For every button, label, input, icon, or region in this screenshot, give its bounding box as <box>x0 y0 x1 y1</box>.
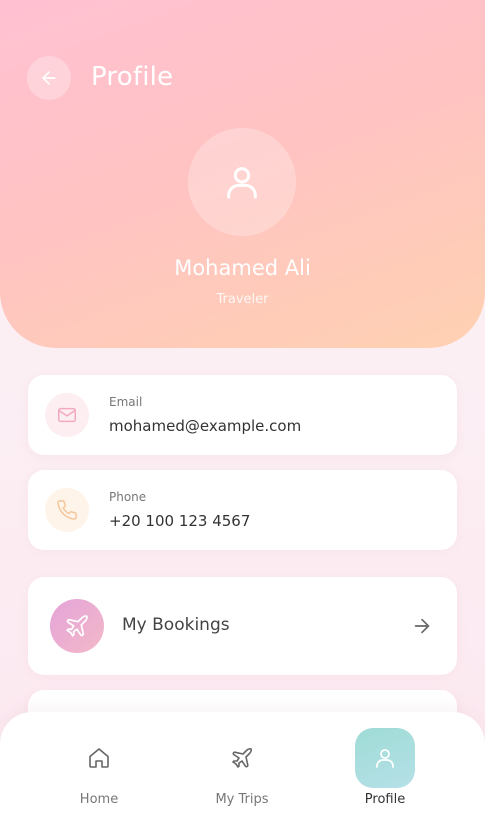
nav-label-my-trips: My Trips <box>215 792 269 807</box>
user-name: Mohamed Ali <box>174 256 311 280</box>
email-card: Email mohamed@example.com <box>28 375 457 455</box>
arrow-left-icon <box>42 71 56 85</box>
nav-item-my-trips[interactable]: My Trips <box>187 712 297 824</box>
user-icon <box>227 167 257 199</box>
nav-label-profile: Profile <box>364 792 406 807</box>
phone-icon-wrap <box>45 488 89 532</box>
trips-icon-wrap <box>212 728 272 788</box>
arrow-right-icon-wrap <box>411 615 433 641</box>
airplane-icon <box>66 615 88 637</box>
bottom-nav: Home My Trips Profile <box>0 712 485 824</box>
back-button[interactable] <box>27 56 71 100</box>
email-value: mohamed@example.com <box>109 417 302 435</box>
profile-header: Profile Mohamed Ali Traveler <box>0 0 485 348</box>
avatar <box>188 128 296 236</box>
my-bookings-item[interactable]: My Bookings <box>28 577 457 675</box>
phone-value: +20 100 123 4567 <box>109 512 251 530</box>
nav-item-home[interactable]: Home <box>44 712 154 824</box>
nav-label-home: Home <box>79 792 119 807</box>
arrow-right-icon <box>414 618 430 634</box>
email-icon-wrap <box>45 393 89 437</box>
phone-label: Phone <box>109 490 147 504</box>
phone-icon <box>57 500 77 520</box>
bookings-icon-wrap <box>50 599 104 653</box>
home-icon-wrap <box>69 728 129 788</box>
phone-card: Phone +20 100 123 4567 <box>28 470 457 550</box>
home-icon <box>89 748 109 768</box>
my-bookings-label: My Bookings <box>122 615 230 635</box>
airplane-icon <box>232 748 252 768</box>
email-label: Email <box>109 395 143 409</box>
user-role: Traveler <box>216 292 269 307</box>
user-icon <box>376 749 394 768</box>
nav-item-profile[interactable]: Profile <box>330 712 440 824</box>
page-title: Profile <box>91 62 174 92</box>
profile-icon-wrap <box>355 728 415 788</box>
mail-icon <box>58 407 76 423</box>
